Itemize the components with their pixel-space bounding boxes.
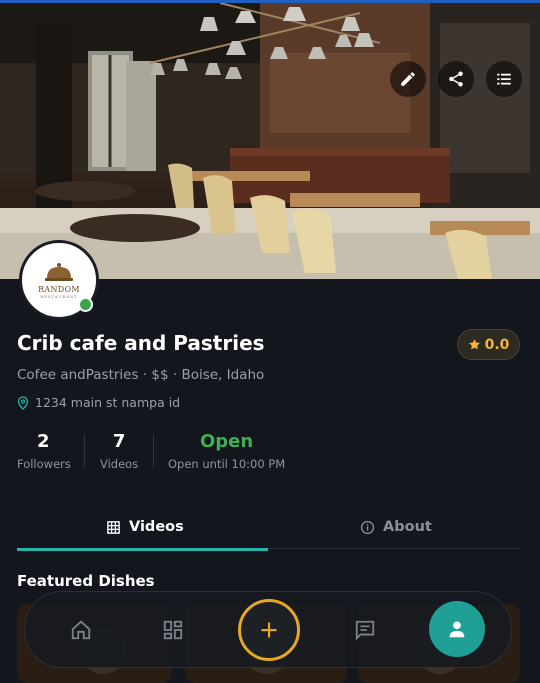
bottom-navigation bbox=[24, 591, 512, 668]
open-status-stat: Open Open until 10:00 PM bbox=[168, 431, 285, 471]
videos-stat[interactable]: 7 Videos bbox=[100, 431, 138, 471]
address-row[interactable]: 1234 main st nampa id bbox=[17, 395, 180, 410]
dashboard-icon bbox=[163, 620, 183, 640]
nav-profile[interactable] bbox=[429, 601, 485, 657]
videos-count: 7 bbox=[112, 431, 126, 452]
edit-button[interactable] bbox=[390, 61, 426, 97]
restaurant-interior-illustration bbox=[0, 3, 540, 279]
open-hours: Open until 10:00 PM bbox=[168, 457, 286, 471]
tab-about-label: About bbox=[383, 519, 432, 535]
rating-value: 0.0 bbox=[484, 336, 510, 353]
nav-dashboard[interactable] bbox=[157, 614, 189, 646]
videos-label: Videos bbox=[100, 457, 139, 471]
info-icon bbox=[360, 520, 375, 534]
open-status: Open bbox=[199, 431, 254, 452]
logo-title: RANDOM bbox=[38, 284, 80, 294]
stat-divider bbox=[84, 434, 85, 468]
address-text: 1234 main st nampa id bbox=[35, 395, 181, 410]
rating-badge[interactable]: 0.0 bbox=[457, 329, 520, 360]
cover-photo bbox=[0, 3, 540, 279]
home-icon bbox=[71, 620, 91, 640]
chat-icon bbox=[355, 620, 375, 641]
add-button[interactable] bbox=[238, 599, 300, 661]
followers-label: Followers bbox=[17, 457, 71, 471]
cloche-icon bbox=[45, 262, 73, 281]
list-icon bbox=[497, 73, 511, 85]
star-icon bbox=[468, 339, 480, 350]
tab-videos[interactable]: Videos bbox=[106, 515, 184, 539]
logo-subtitle: RESTAURANT bbox=[40, 293, 78, 299]
plus-icon bbox=[261, 622, 277, 638]
share-button[interactable] bbox=[438, 61, 474, 97]
online-status-indicator bbox=[78, 297, 93, 312]
location-pin-icon bbox=[17, 395, 29, 410]
active-tab-indicator bbox=[17, 548, 268, 551]
grid-icon bbox=[107, 520, 120, 534]
menu-button[interactable] bbox=[486, 61, 522, 97]
tab-videos-label: Videos bbox=[129, 519, 184, 535]
nav-messages[interactable] bbox=[349, 614, 381, 646]
person-icon bbox=[449, 621, 465, 638]
stat-divider bbox=[153, 434, 154, 468]
share-icon bbox=[449, 71, 463, 87]
tab-about[interactable]: About bbox=[360, 515, 432, 539]
top-accent-line bbox=[0, 0, 540, 3]
featured-dishes-heading: Featured Dishes bbox=[17, 572, 155, 590]
followers-stat[interactable]: 2 Followers bbox=[17, 431, 71, 471]
restaurant-name: Crib cafe and Pastries bbox=[17, 331, 265, 355]
nav-home[interactable] bbox=[65, 614, 97, 646]
followers-count: 2 bbox=[37, 431, 50, 452]
restaurant-category-line: Cofee andPastries · $$ · Boise, Idaho bbox=[17, 367, 265, 383]
pencil-icon bbox=[401, 72, 415, 86]
